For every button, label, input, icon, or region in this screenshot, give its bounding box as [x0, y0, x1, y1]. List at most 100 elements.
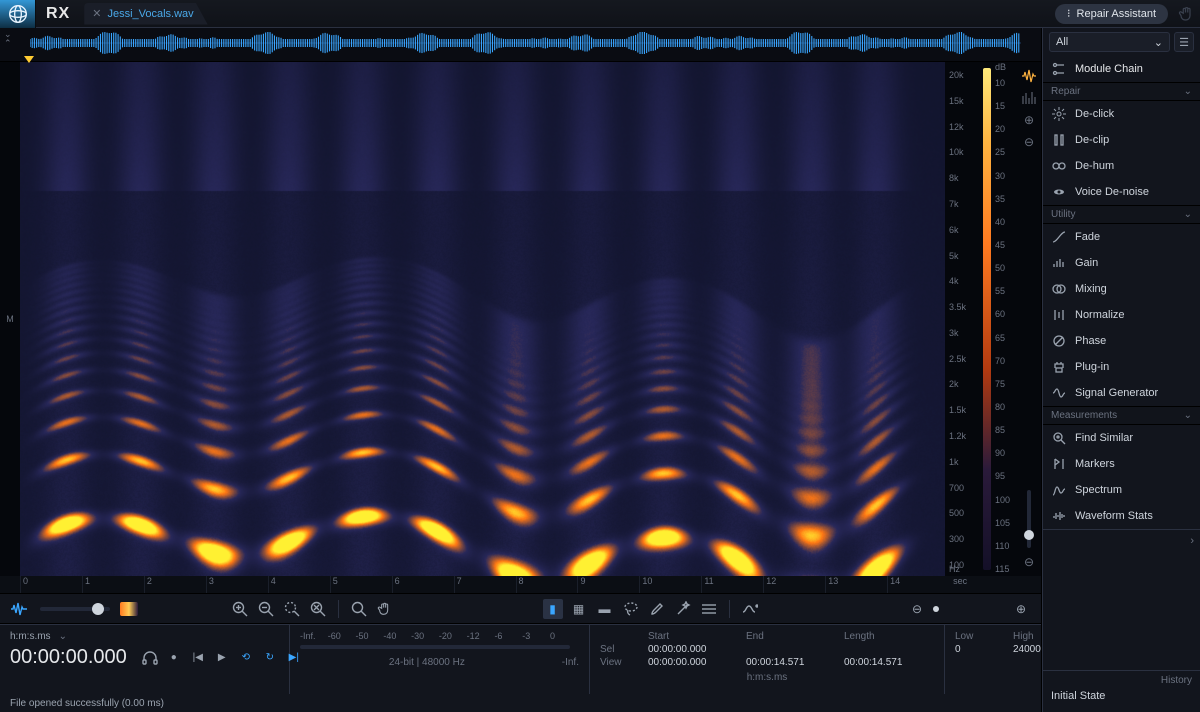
- brush-tool-icon[interactable]: [647, 599, 667, 619]
- module-de-clip[interactable]: De-clip: [1043, 127, 1200, 153]
- channel-label: M: [0, 62, 20, 576]
- view-length[interactable]: 00:00:14.571: [844, 657, 934, 668]
- fade-icon: [1051, 229, 1067, 245]
- repair-assistant-button[interactable]: ⁝ Repair Assistant: [1055, 4, 1168, 24]
- group-utility[interactable]: Utility: [1043, 205, 1200, 224]
- zoom-out-icon[interactable]: [256, 599, 276, 619]
- zoom-in-icon[interactable]: [230, 599, 250, 619]
- main-toolbar: ▮ ▦ ▬ ⊖ ⊕: [0, 594, 1041, 624]
- zoom-out-small-icon[interactable]: ⊖: [1021, 554, 1037, 570]
- chevron-down-icon: [1184, 209, 1192, 220]
- sel-length[interactable]: [844, 644, 934, 655]
- waveform-view-icon[interactable]: [1021, 68, 1037, 84]
- module-fade[interactable]: Fade: [1043, 224, 1200, 250]
- overview-waveform: [30, 32, 1021, 54]
- sel-end[interactable]: [746, 644, 836, 655]
- plug-in-icon: [1051, 359, 1067, 375]
- zoom-in-icon[interactable]: ⊕: [1021, 112, 1037, 128]
- module-markers[interactable]: Markers: [1043, 451, 1200, 477]
- de-hum-icon: [1051, 158, 1067, 174]
- col-start: Start: [648, 631, 738, 642]
- blend-slider[interactable]: [40, 607, 110, 611]
- assistant-icon: ⁝: [1067, 7, 1071, 20]
- zoom-selection-icon[interactable]: [282, 599, 302, 619]
- module-plug-in[interactable]: Plug-in: [1043, 354, 1200, 380]
- status-bar: File opened successfully (0.00 ms): [0, 694, 1041, 712]
- vertical-zoom-slider[interactable]: [1027, 490, 1031, 548]
- gain-icon: [1051, 255, 1067, 271]
- selview-unit: h:m:s.ms: [600, 672, 934, 683]
- freq-low[interactable]: 0: [955, 644, 1005, 655]
- history-panel: History Initial State: [1043, 670, 1200, 712]
- module-phase[interactable]: Phase: [1043, 328, 1200, 354]
- module-list-menu-icon[interactable]: ☰: [1174, 32, 1194, 52]
- wand-tool-icon[interactable]: [673, 599, 693, 619]
- col-low: Low: [955, 631, 1005, 642]
- zoom-in-h-icon[interactable]: ⊕: [1011, 599, 1031, 619]
- meter-inf-label: -Inf.: [562, 657, 579, 668]
- col-end: End: [746, 631, 836, 642]
- spectrogram-view[interactable]: [20, 62, 945, 576]
- harmonic-select-icon[interactable]: [699, 599, 719, 619]
- playhead-marker[interactable]: [24, 56, 34, 63]
- module-de-click[interactable]: De-click: [1043, 101, 1200, 127]
- level-meter: -Inf.-60-50-40-30-20-12-6-30: [300, 631, 570, 653]
- play-button[interactable]: ▶: [213, 649, 231, 667]
- amplitude-gradient: [983, 68, 991, 570]
- zoom-fit-icon[interactable]: [308, 599, 328, 619]
- timefreq-select-icon[interactable]: ▦: [569, 599, 589, 619]
- module-spectrum[interactable]: Spectrum: [1043, 477, 1200, 503]
- module-signal-generator[interactable]: Signal Generator: [1043, 380, 1200, 406]
- sel-start[interactable]: 00:00:00.000: [648, 644, 738, 655]
- view-end[interactable]: 00:00:14.571: [746, 657, 836, 668]
- module-mixing[interactable]: Mixing: [1043, 276, 1200, 302]
- zoom-out-h-icon[interactable]: ⊖: [907, 599, 927, 619]
- headphones-icon[interactable]: [141, 649, 159, 667]
- module-find-similar[interactable]: Find Similar: [1043, 425, 1200, 451]
- waveform-stats-icon: [1051, 508, 1067, 524]
- app-name: RX: [36, 5, 80, 23]
- view-start[interactable]: 00:00:00.000: [648, 657, 738, 668]
- time-select-icon[interactable]: ▮: [543, 599, 563, 619]
- rewind-button[interactable]: |◀: [189, 649, 207, 667]
- module-waveform-stats[interactable]: Waveform Stats: [1043, 503, 1200, 529]
- hand-icon[interactable]: [1174, 5, 1200, 23]
- markers-icon: [1051, 456, 1067, 472]
- waveform-mode-icon[interactable]: [10, 599, 30, 619]
- overview-strip[interactable]: ⌄⌃: [0, 28, 1041, 62]
- module-de-hum[interactable]: De-hum: [1043, 153, 1200, 179]
- loop-button[interactable]: ⟲: [237, 649, 255, 667]
- chevron-down-icon: [1154, 36, 1163, 49]
- freq-select-icon[interactable]: ▬: [595, 599, 615, 619]
- module-voice-de-noise[interactable]: Voice De-noise: [1043, 179, 1200, 205]
- search-icon[interactable]: [349, 599, 369, 619]
- chevron-down-icon: [1184, 86, 1192, 97]
- record-button[interactable]: ●: [165, 649, 183, 667]
- module-gain[interactable]: Gain: [1043, 250, 1200, 276]
- grab-tool-icon[interactable]: [375, 599, 395, 619]
- overview-collapse-icon[interactable]: ⌄⌃: [4, 30, 12, 48]
- signal-generator-icon: [1051, 385, 1067, 401]
- spectrogram-mode-icon[interactable]: [120, 602, 138, 616]
- module-normalize[interactable]: Normalize: [1043, 302, 1200, 328]
- time-ruler[interactable]: 01234567891011121314sec: [0, 576, 1041, 594]
- file-tab[interactable]: ✕ Jessi_Vocals.wav: [84, 3, 207, 25]
- module-chain-icon: [1051, 61, 1067, 77]
- module-filter-value: All: [1056, 36, 1068, 48]
- panel-collapse-button[interactable]: [1043, 529, 1200, 551]
- group-measurements[interactable]: Measurements: [1043, 406, 1200, 425]
- history-title: History: [1051, 675, 1192, 686]
- file-format-label: 24-bit | 48000 Hz: [300, 657, 554, 668]
- close-icon[interactable]: ✕: [92, 7, 101, 20]
- module-filter-select[interactable]: All: [1049, 32, 1170, 52]
- time-format-label[interactable]: h:m:s.ms: [10, 631, 51, 642]
- lasso-tool-icon[interactable]: [621, 599, 641, 619]
- module-chain[interactable]: Module Chain: [1043, 56, 1200, 82]
- zoom-out-icon[interactable]: ⊖: [1021, 134, 1037, 150]
- time-format-chevron-icon[interactable]: [59, 631, 67, 642]
- group-repair[interactable]: Repair: [1043, 82, 1200, 101]
- history-item[interactable]: Initial State: [1051, 690, 1192, 702]
- contour-tool-icon[interactable]: [740, 599, 760, 619]
- loop-region-button[interactable]: ↻: [261, 649, 279, 667]
- spectrum-view-icon[interactable]: [1021, 90, 1037, 106]
